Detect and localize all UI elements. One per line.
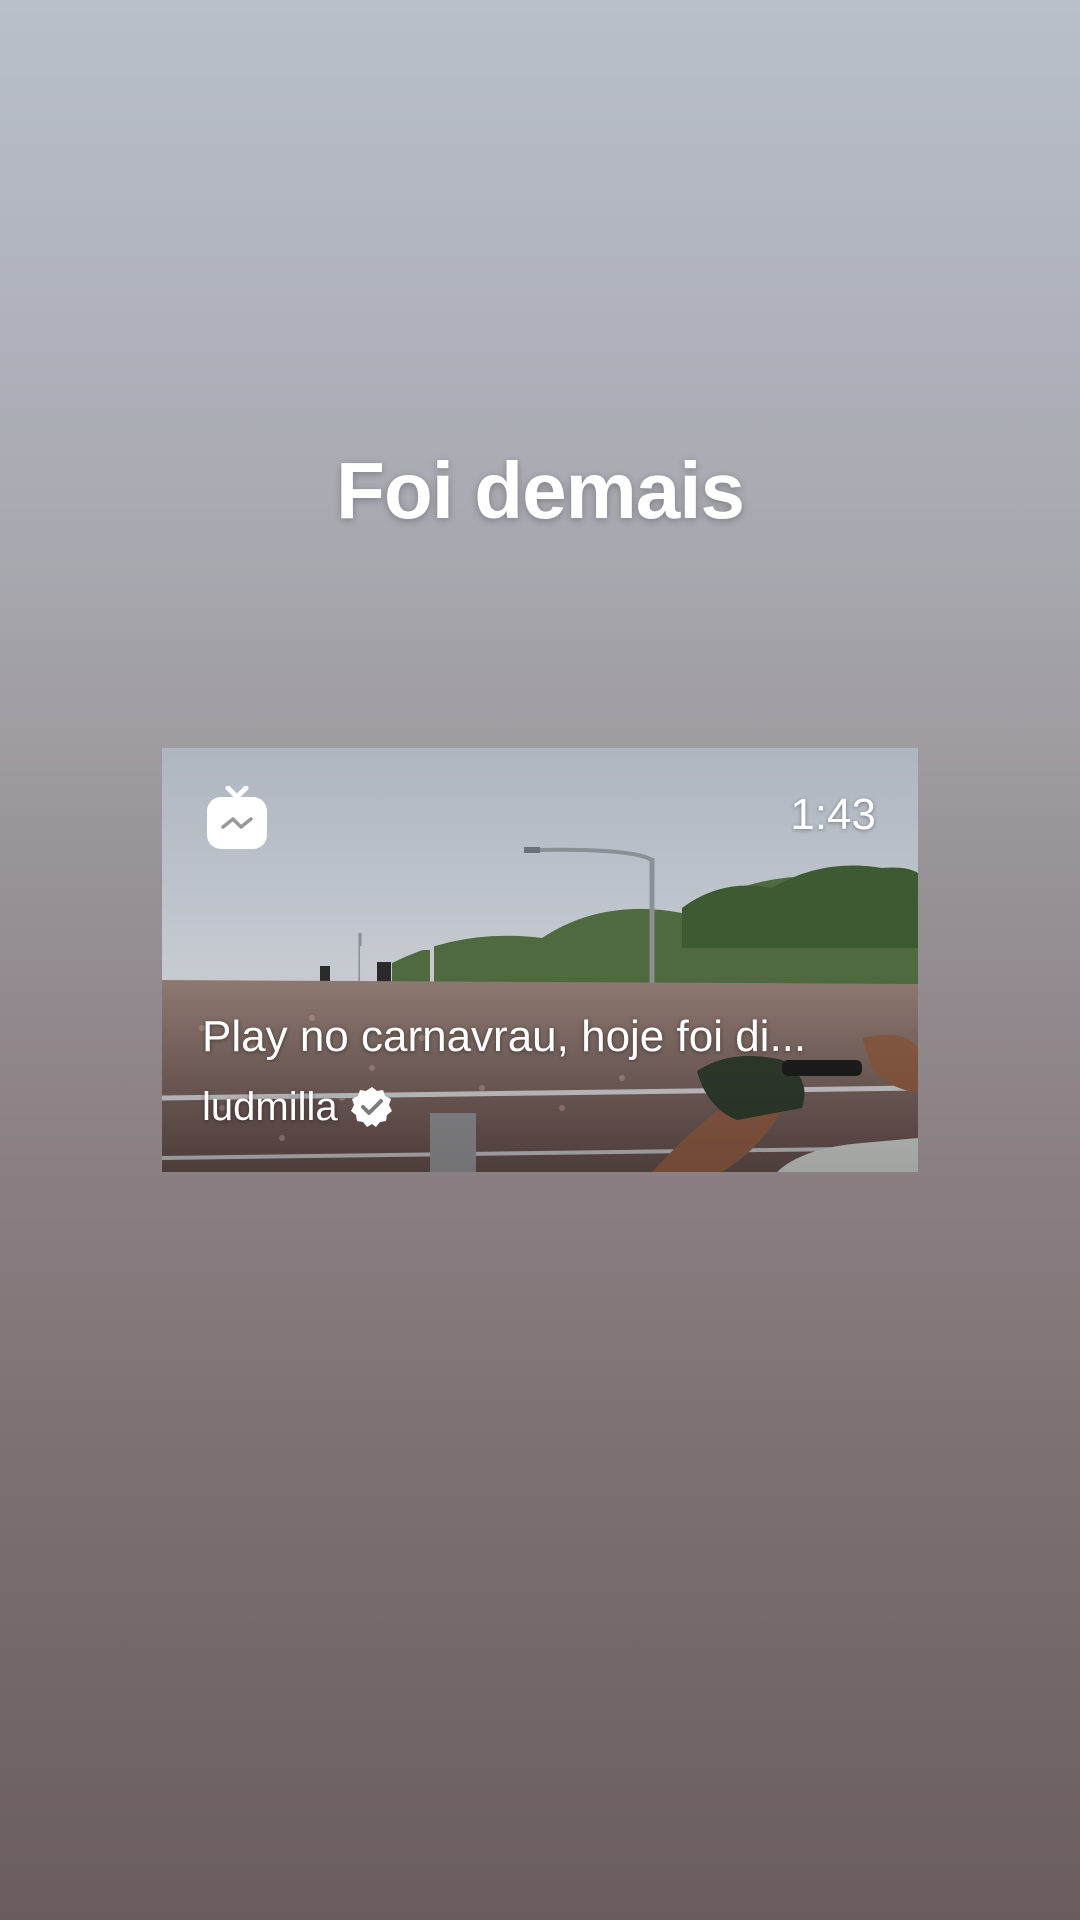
igtv-logo-icon — [207, 786, 267, 849]
author-name[interactable]: ludmilla — [202, 1085, 338, 1130]
story-canvas: Foi demais 1:43 Play no carnavrau, hoje … — [0, 0, 1080, 1920]
igtv-video-card[interactable]: 1:43 Play no carnavrau, hoje foi di... l… — [162, 748, 918, 1172]
story-caption: Foi demais — [336, 446, 745, 535]
video-duration: 1:43 — [790, 790, 876, 839]
verified-badge-icon — [350, 1087, 392, 1127]
video-title: Play no carnavrau, hoje foi di... — [202, 1012, 807, 1061]
card-shade — [162, 972, 918, 1172]
author-row[interactable]: ludmilla — [202, 1082, 394, 1132]
